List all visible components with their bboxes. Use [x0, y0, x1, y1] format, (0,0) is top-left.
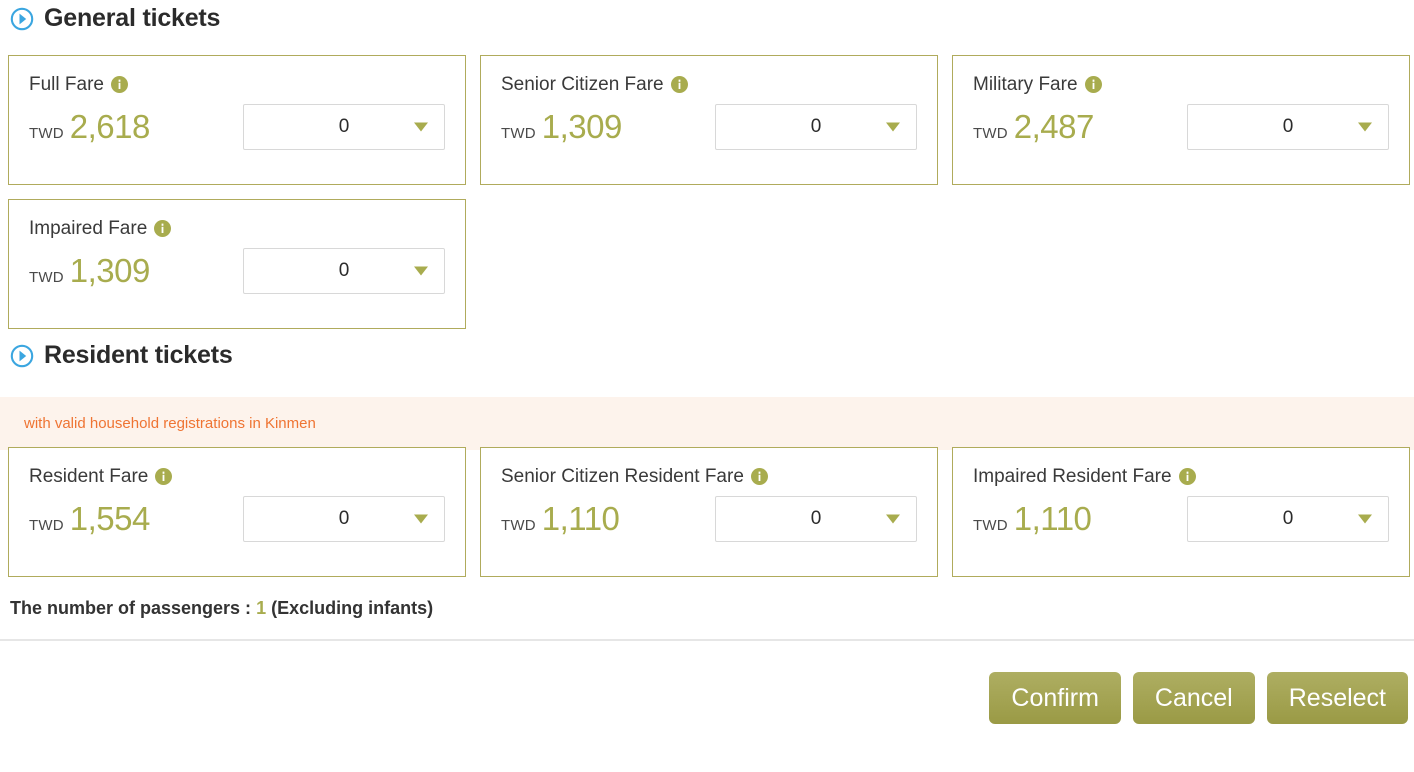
- quantity-select-senior-citizen-fare[interactable]: 0: [714, 104, 917, 150]
- action-buttons: Confirm Cancel Reselect: [0, 672, 1414, 724]
- general-tickets-card-grid: Full Fare TWD 2,618 0 Senior Citizen Far…: [0, 55, 1414, 329]
- fare-card-full-fare[interactable]: Full Fare TWD 2,618 0: [8, 55, 466, 185]
- info-icon[interactable]: [1078, 74, 1102, 96]
- fare-card-military-fare[interactable]: Military Fare TWD 2,487 0: [952, 55, 1410, 185]
- circle-arrow-right-icon: [10, 344, 34, 368]
- chevron-down-icon: [414, 122, 428, 132]
- cancel-button[interactable]: Cancel: [1132, 672, 1255, 724]
- ticket-selection-page: General tickets Full Fare TWD 2,618 0 Se…: [0, 0, 1414, 772]
- reselect-button[interactable]: Reselect: [1266, 672, 1408, 724]
- fare-price: TWD 1,110: [501, 502, 715, 536]
- quantity-value: 0: [338, 508, 350, 529]
- quantity-select-full-fare[interactable]: 0: [242, 104, 445, 150]
- currency-label: TWD: [29, 517, 64, 534]
- circle-arrow-right-icon: [10, 7, 34, 31]
- quantity-value: 0: [1282, 116, 1294, 137]
- info-icon[interactable]: [148, 466, 173, 488]
- quantity-value: 0: [810, 116, 822, 137]
- fare-price: TWD 1,309: [29, 254, 243, 288]
- info-icon[interactable]: [104, 74, 128, 96]
- chevron-down-icon: [1358, 122, 1372, 132]
- fare-price: TWD 1,554: [29, 502, 243, 536]
- fare-amount: 2,487: [1013, 108, 1095, 145]
- currency-label: TWD: [973, 517, 1008, 534]
- info-icon[interactable]: [744, 466, 768, 488]
- horizontal-divider: [0, 639, 1414, 641]
- currency-label: TWD: [973, 125, 1008, 142]
- quantity-value: 0: [338, 260, 350, 281]
- resident-eligibility-notice: with valid household registrations in Ki…: [0, 397, 1414, 450]
- fare-card-label: Senior Citizen Resident Fare: [501, 466, 917, 488]
- currency-label: TWD: [501, 517, 536, 534]
- fare-amount: 1,309: [541, 108, 623, 145]
- quantity-value: 0: [1282, 508, 1294, 529]
- fare-card-impaired-resident-fare[interactable]: Impaired Resident Fare TWD 1,110 0: [952, 447, 1410, 577]
- fare-price: TWD 2,487: [973, 110, 1187, 144]
- summary-suffix: (Excluding infants): [271, 598, 434, 618]
- currency-label: TWD: [29, 269, 64, 286]
- summary-prefix: The number of passengers :: [10, 598, 252, 618]
- info-icon[interactable]: [147, 218, 172, 240]
- info-icon[interactable]: [664, 74, 688, 96]
- fare-card-label: Full Fare: [29, 74, 445, 96]
- chevron-down-icon: [414, 514, 428, 524]
- fare-card-label: Impaired Resident Fare: [973, 466, 1389, 488]
- fare-card-senior-citizen-resident-fare[interactable]: Senior Citizen Resident Fare TWD 1,110 0: [480, 447, 938, 577]
- resident-tickets-card-grid: Resident Fare TWD 1,554 0 Senior Citizen…: [0, 447, 1414, 577]
- fare-label-text: Military Fare: [973, 74, 1078, 95]
- fare-label-text: Senior Citizen Fare: [501, 74, 664, 95]
- fare-card-label: Impaired Fare: [29, 218, 445, 240]
- fare-label-text: Impaired Fare: [29, 218, 148, 239]
- chevron-down-icon: [414, 266, 428, 276]
- quantity-select-resident-fare[interactable]: 0: [242, 496, 445, 542]
- notice-text: with valid household registrations in Ki…: [24, 415, 316, 432]
- fare-card-label: Resident Fare: [29, 466, 445, 488]
- fare-amount: 1,110: [1013, 500, 1092, 537]
- currency-label: TWD: [29, 125, 64, 142]
- fare-card-label: Military Fare: [973, 74, 1389, 96]
- chevron-down-icon: [886, 122, 900, 132]
- fare-label-text: Full Fare: [29, 74, 104, 95]
- fare-label-text: Senior Citizen Resident Fare: [501, 466, 744, 487]
- info-icon[interactable]: [1172, 466, 1196, 488]
- fare-amount: 1,554: [69, 500, 151, 537]
- fare-price: TWD 1,110: [973, 502, 1187, 536]
- fare-card-label: Senior Citizen Fare: [501, 74, 917, 96]
- fare-amount: 1,110: [541, 500, 620, 537]
- quantity-value: 0: [338, 116, 350, 137]
- confirm-button[interactable]: Confirm: [989, 672, 1121, 724]
- fare-label-text: Impaired Resident Fare: [973, 466, 1172, 487]
- quantity-select-impaired-resident-fare[interactable]: 0: [1186, 496, 1389, 542]
- fare-amount: 2,618: [69, 108, 151, 145]
- fare-label-text: Resident Fare: [29, 466, 149, 487]
- passenger-count-value: 1: [256, 598, 267, 618]
- chevron-down-icon: [1358, 514, 1372, 524]
- currency-label: TWD: [501, 125, 536, 142]
- fare-card-senior-citizen-fare[interactable]: Senior Citizen Fare TWD 1,309 0: [480, 55, 938, 185]
- fare-price: TWD 1,309: [501, 110, 715, 144]
- fare-price: TWD 2,618: [29, 110, 243, 144]
- section-title-resident: Resident tickets: [44, 341, 233, 369]
- section-header-general: General tickets: [0, 6, 220, 31]
- section-header-resident: Resident tickets: [0, 343, 233, 368]
- passenger-count-summary: The number of passengers : 1 (Excluding …: [0, 598, 433, 619]
- quantity-select-military-fare[interactable]: 0: [1186, 104, 1389, 150]
- fare-card-impaired-fare[interactable]: Impaired Fare TWD 1,309 0: [8, 199, 466, 329]
- fare-amount: 1,309: [69, 252, 151, 289]
- quantity-select-impaired-fare[interactable]: 0: [242, 248, 445, 294]
- fare-card-resident-fare[interactable]: Resident Fare TWD 1,554 0: [8, 447, 466, 577]
- section-title-general: General tickets: [44, 4, 221, 32]
- chevron-down-icon: [886, 514, 900, 524]
- quantity-value: 0: [810, 508, 822, 529]
- quantity-select-senior-citizen-resident-fare[interactable]: 0: [714, 496, 917, 542]
